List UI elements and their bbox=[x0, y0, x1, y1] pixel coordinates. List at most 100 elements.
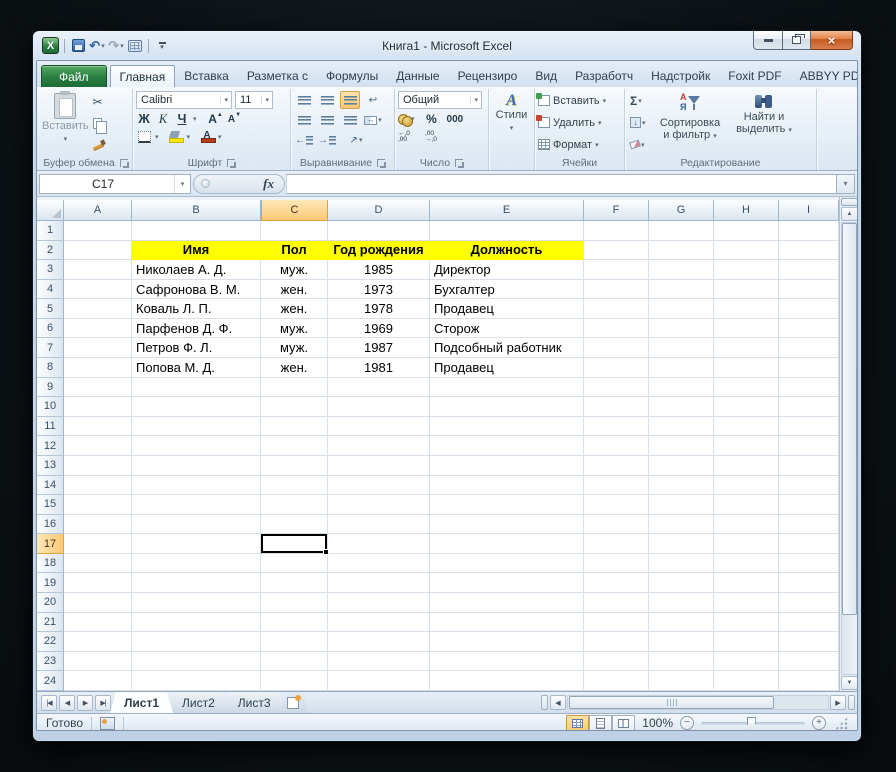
cell-G3[interactable] bbox=[649, 260, 714, 280]
cell-C17[interactable] bbox=[261, 534, 329, 555]
insert-cells-button[interactable]: Вставить ▾ bbox=[536, 92, 621, 109]
cell-H23[interactable] bbox=[714, 651, 779, 672]
find-select-button[interactable]: Найти и выделить ▾ bbox=[728, 90, 800, 155]
vertical-scrollbar[interactable]: ▲ ▼ bbox=[839, 197, 857, 691]
cell-F17[interactable] bbox=[584, 534, 649, 554]
cell-E23[interactable] bbox=[430, 651, 584, 672]
cell-E17[interactable] bbox=[430, 534, 584, 554]
tab-file[interactable]: Файл bbox=[41, 65, 107, 87]
column-header-A[interactable]: A bbox=[64, 200, 132, 221]
cell-H5[interactable] bbox=[714, 299, 779, 319]
cell-C1[interactable] bbox=[261, 221, 328, 241]
customize-qat-button[interactable]: ▾ bbox=[154, 37, 170, 55]
cell-E1[interactable] bbox=[430, 221, 584, 241]
scroll-up-button[interactable]: ▲ bbox=[841, 207, 857, 221]
cell-C4[interactable]: жен. bbox=[261, 279, 328, 300]
row-header-2[interactable]: 2 bbox=[37, 240, 64, 261]
row-header-15[interactable]: 15 bbox=[37, 495, 64, 515]
cell-E15[interactable] bbox=[430, 495, 584, 515]
cell-H1[interactable] bbox=[714, 221, 779, 241]
cell-F7[interactable] bbox=[584, 338, 649, 359]
percent-style-button[interactable]: % bbox=[424, 111, 440, 127]
cut-button[interactable]: ✂ bbox=[93, 93, 113, 110]
zoom-slider-thumb[interactable] bbox=[746, 716, 756, 730]
column-header-D[interactable]: D bbox=[328, 200, 430, 221]
cell-A4[interactable] bbox=[64, 279, 132, 300]
cell-F9[interactable] bbox=[584, 377, 649, 398]
cell-D14[interactable] bbox=[328, 475, 430, 496]
cell-G19[interactable] bbox=[649, 573, 714, 593]
cell-I3[interactable] bbox=[779, 260, 839, 280]
cell-C6[interactable]: муж. bbox=[261, 318, 328, 339]
ribbon-tab-Разработч[interactable]: Разработч bbox=[566, 65, 642, 87]
cell-I9[interactable] bbox=[779, 377, 839, 398]
horizontal-scroll-track[interactable] bbox=[567, 695, 829, 710]
cell-I18[interactable] bbox=[779, 553, 839, 574]
cell-C14[interactable] bbox=[261, 475, 328, 496]
cell-D21[interactable] bbox=[328, 612, 430, 633]
shrink-font-button[interactable]: А ▼ bbox=[227, 111, 243, 127]
cell-E9[interactable] bbox=[430, 377, 584, 398]
cell-B12[interactable] bbox=[132, 436, 261, 456]
cell-D1[interactable] bbox=[328, 221, 430, 241]
cell-G17[interactable] bbox=[649, 534, 714, 554]
cell-D6[interactable]: 1969 bbox=[328, 318, 430, 339]
row-header-6[interactable]: 6 bbox=[37, 318, 64, 339]
fill-button[interactable]: ↓ ▾ bbox=[630, 114, 650, 131]
cell-A14[interactable] bbox=[64, 475, 132, 496]
minimize-button[interactable] bbox=[753, 31, 783, 50]
cell-C20[interactable] bbox=[261, 592, 328, 613]
underline-button[interactable]: Ч bbox=[174, 111, 190, 127]
cell-E4[interactable]: Бухгалтер bbox=[430, 279, 584, 300]
cell-B15[interactable] bbox=[132, 495, 261, 515]
chevron-down-icon[interactable]: ▾ bbox=[193, 115, 197, 123]
cell-F2[interactable] bbox=[584, 240, 649, 261]
excel-logo-icon[interactable]: X bbox=[42, 37, 59, 54]
cell-F1[interactable] bbox=[584, 221, 649, 241]
ribbon-tab-Foxit PDF[interactable]: Foxit PDF bbox=[719, 65, 790, 87]
cell-E6[interactable]: Сторож bbox=[430, 318, 584, 339]
cell-H10[interactable] bbox=[714, 397, 779, 417]
decrease-indent-button[interactable]: ← bbox=[294, 131, 314, 149]
scroll-down-button[interactable]: ▼ bbox=[841, 676, 857, 690]
chevron-down-icon[interactable]: ▾ bbox=[510, 123, 514, 134]
cell-A22[interactable] bbox=[64, 632, 132, 652]
cell-A17[interactable] bbox=[64, 534, 132, 554]
cell-C21[interactable] bbox=[261, 612, 328, 633]
cell-E2[interactable]: Должность bbox=[430, 240, 584, 261]
cell-E19[interactable] bbox=[430, 573, 584, 593]
undo-button[interactable]: ↶ ▾ bbox=[89, 37, 105, 55]
cell-D23[interactable] bbox=[328, 651, 430, 672]
cell-G6[interactable] bbox=[649, 318, 714, 339]
align-top-button[interactable] bbox=[294, 91, 314, 109]
cell-C10[interactable] bbox=[261, 397, 328, 417]
cell-F14[interactable] bbox=[584, 475, 649, 496]
save-button[interactable] bbox=[70, 37, 86, 55]
fill-color-button[interactable] bbox=[168, 129, 185, 145]
chevron-down-icon[interactable]: ▾ bbox=[713, 133, 717, 140]
column-header-E[interactable]: E bbox=[430, 200, 584, 221]
vertical-scroll-thumb[interactable] bbox=[842, 223, 857, 616]
cell-B7[interactable]: Петров Ф. Л. bbox=[132, 338, 261, 359]
table-tool-button[interactable] bbox=[127, 37, 143, 55]
cell-E18[interactable] bbox=[430, 553, 584, 574]
align-middle-button[interactable] bbox=[317, 91, 337, 109]
cell-E20[interactable] bbox=[430, 592, 584, 613]
cell-F24[interactable] bbox=[584, 671, 649, 691]
cell-D20[interactable] bbox=[328, 592, 430, 613]
cell-F21[interactable] bbox=[584, 612, 649, 633]
chevron-down-icon[interactable]: ▾ bbox=[120, 42, 124, 50]
cell-A15[interactable] bbox=[64, 495, 132, 515]
cell-H12[interactable] bbox=[714, 436, 779, 456]
cell-F13[interactable] bbox=[584, 455, 649, 476]
chevron-down-icon[interactable]: ▾ bbox=[598, 119, 602, 127]
cell-I22[interactable] bbox=[779, 632, 839, 652]
cell-D13[interactable] bbox=[328, 455, 430, 476]
cell-H8[interactable] bbox=[714, 358, 779, 378]
cell-G16[interactable] bbox=[649, 514, 714, 535]
row-header-7[interactable]: 7 bbox=[37, 338, 64, 359]
cell-G7[interactable] bbox=[649, 338, 714, 359]
name-box[interactable]: C17 ▾ bbox=[39, 173, 191, 194]
cell-D2[interactable]: Год рождения bbox=[328, 240, 430, 261]
autosum-button[interactable]: Σ ▾ bbox=[630, 92, 650, 109]
